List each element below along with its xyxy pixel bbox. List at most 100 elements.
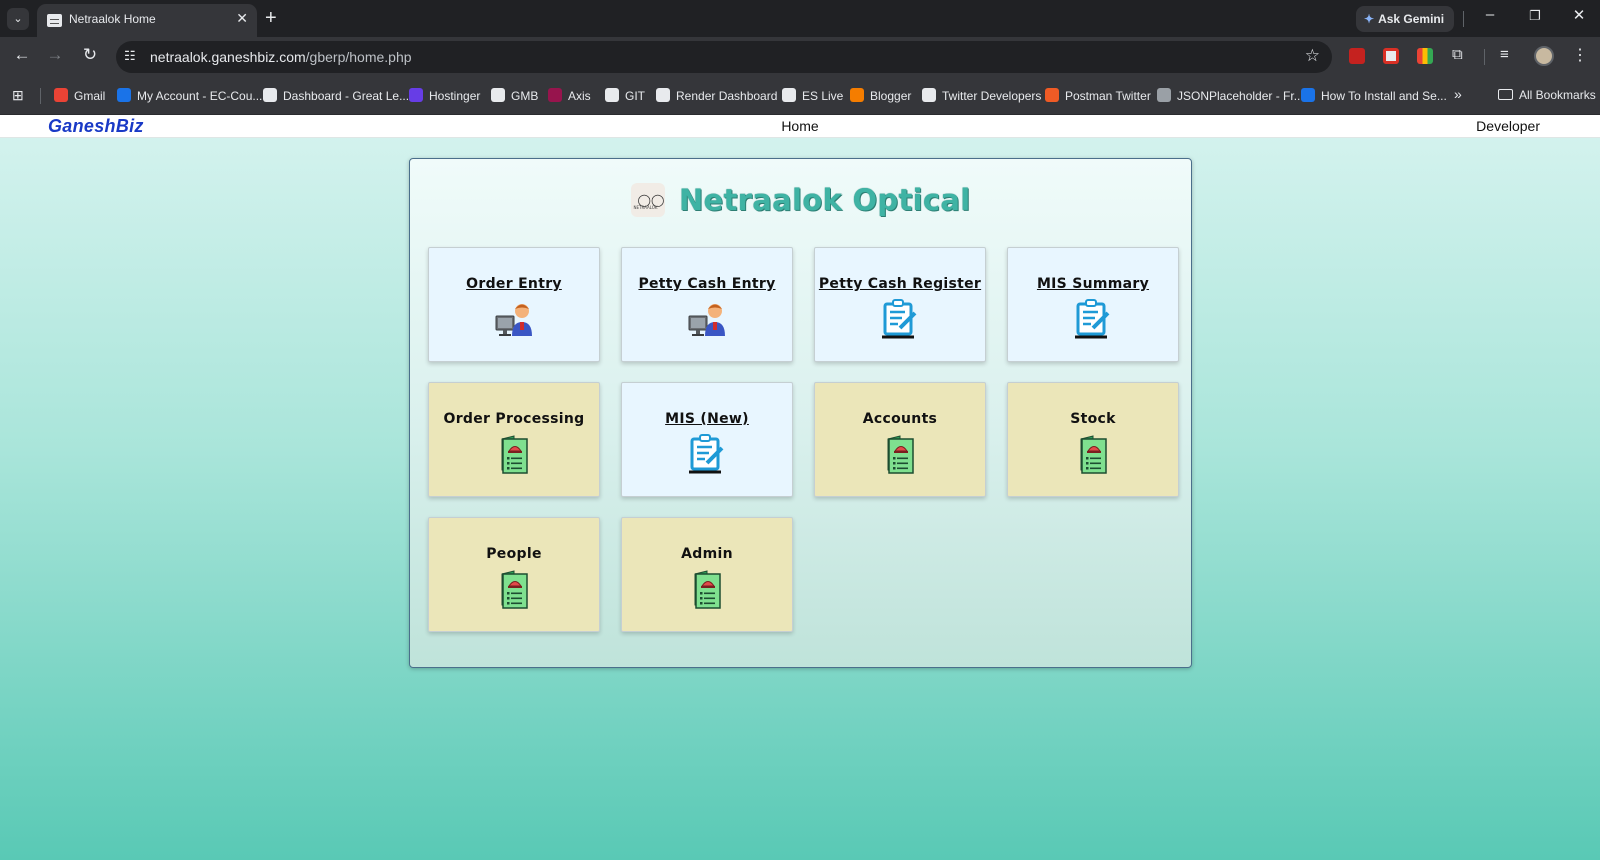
panel-header: ◯◯ NETRAALOK Netraalok Optical xyxy=(410,183,1191,217)
site-info-icon[interactable]: ☷ xyxy=(124,48,136,64)
menu-card-order-entry[interactable]: Order Entry xyxy=(428,247,600,362)
url-path: /gberp/home.php xyxy=(305,49,412,65)
bookmark-label: Gmail xyxy=(74,89,106,103)
brand-logo-text: NETRAALOK xyxy=(633,205,658,210)
gemini-sparkle-icon: ✦ xyxy=(1364,12,1375,26)
bookmark-star-icon[interactable]: ☆ xyxy=(1305,46,1320,66)
bookmark-label: Blogger xyxy=(870,89,912,103)
bookmark-item[interactable]: Blogger xyxy=(850,88,911,103)
bookmark-label: ES Live xyxy=(802,89,844,103)
bookmark-item[interactable]: GIT xyxy=(605,88,645,103)
bookmark-label: GIT xyxy=(625,89,645,103)
menu-card-label[interactable]: Petty Cash Entry xyxy=(622,276,792,292)
bookmark-label: Render Dashboard xyxy=(676,89,778,103)
top-navbar: GaneshBiz Home Developer xyxy=(0,115,1600,138)
media-control-icon[interactable]: ≡ xyxy=(1500,46,1509,63)
bookmark-favicon-icon xyxy=(54,88,68,102)
bookmark-item[interactable]: Gmail xyxy=(54,88,105,103)
reload-icon[interactable]: ↻ xyxy=(78,45,102,65)
extension-pocket-icon[interactable] xyxy=(1383,48,1399,64)
address-bar[interactable]: ☷ netraalok.ganeshbiz.com/gberp/home.php… xyxy=(116,41,1332,73)
menu-card-label[interactable]: MIS (New) xyxy=(622,411,792,427)
bookmark-label: Hostinger xyxy=(429,89,481,103)
menu-card-admin[interactable]: Admin xyxy=(621,517,793,632)
bookmark-item[interactable]: Render Dashboard xyxy=(656,88,777,103)
bookmark-label: Twitter Developers xyxy=(942,89,1042,103)
bookmark-item[interactable]: Postman Twitter xyxy=(1045,88,1151,103)
bookmark-favicon-icon xyxy=(1157,88,1171,102)
bookmark-favicon-icon xyxy=(548,88,562,102)
service-menu-icon xyxy=(880,433,920,475)
menu-card-mis-new[interactable]: MIS (New) xyxy=(621,382,793,497)
all-bookmarks-label: All Bookmarks xyxy=(1519,88,1596,102)
bookmark-label: JSONPlaceholder - Fr... xyxy=(1177,89,1304,103)
new-tab-icon[interactable]: + xyxy=(265,6,277,30)
back-icon[interactable]: ← xyxy=(10,45,34,65)
bookmark-item[interactable]: ES Live xyxy=(782,88,843,103)
clipboard-edit-icon xyxy=(880,298,920,340)
bookmarks-separator xyxy=(40,88,41,104)
ask-gemini-button[interactable]: ✦ Ask Gemini xyxy=(1356,6,1454,32)
bookmark-favicon-icon xyxy=(850,88,864,102)
browser-toolbar: ← → ↻ ☷ netraalok.ganeshbiz.com/gberp/ho… xyxy=(0,37,1600,77)
menu-card-label: Accounts xyxy=(862,411,938,427)
bookmark-item[interactable]: Dashboard - Great Le... xyxy=(263,88,409,103)
menu-card-label[interactable]: MIS Summary xyxy=(1008,276,1178,292)
menu-card-stock[interactable]: Stock xyxy=(1007,382,1179,497)
netraalok-logo: ◯◯ NETRAALOK xyxy=(630,183,665,217)
menu-card-label: Stock xyxy=(1070,411,1116,427)
bookmark-item[interactable]: Twitter Developers xyxy=(922,88,1041,103)
bookmark-favicon-icon xyxy=(922,88,936,102)
url-host: netraalok.ganeshbiz.com xyxy=(150,49,306,65)
menu-card-petty-cash-register[interactable]: Petty Cash Register xyxy=(814,247,986,362)
apps-grid-icon[interactable]: ⊞ xyxy=(12,87,24,104)
more-bookmarks-icon[interactable]: » xyxy=(1454,86,1462,102)
folder-icon xyxy=(1498,89,1513,100)
tab-close-icon[interactable]: ✕ xyxy=(236,10,248,27)
menu-card-mis-summary[interactable]: MIS Summary xyxy=(1007,247,1179,362)
bookmark-label: My Account - EC-Cou... xyxy=(137,89,263,103)
url-text[interactable]: netraalok.ganeshbiz.com/gberp/home.php xyxy=(150,49,412,65)
tab-search-chevron-icon[interactable]: ⌄ xyxy=(7,8,29,30)
bookmark-favicon-icon xyxy=(491,88,505,102)
profile-avatar[interactable] xyxy=(1534,46,1554,66)
bookmark-item[interactable]: Hostinger xyxy=(409,88,480,103)
menu-card-order-processing[interactable]: Order Processing xyxy=(428,382,600,497)
restore-icon[interactable]: ❐ xyxy=(1523,8,1547,24)
tab-favicon-icon xyxy=(47,14,62,27)
user-computer-icon xyxy=(687,298,727,340)
menu-card-label[interactable]: Petty Cash Register xyxy=(815,276,985,292)
service-menu-icon xyxy=(494,568,534,610)
extensions-puzzle-icon[interactable]: ⧉ xyxy=(1452,46,1463,63)
nav-home-link[interactable]: Home xyxy=(0,118,1600,134)
all-bookmarks-button[interactable]: All Bookmarks xyxy=(1498,88,1596,102)
minimize-icon[interactable]: – xyxy=(1478,6,1502,23)
main-panel: ◯◯ NETRAALOK Netraalok Optical Order Ent… xyxy=(409,158,1192,668)
menu-card-people[interactable]: People xyxy=(428,517,600,632)
bookmark-item[interactable]: GMB xyxy=(491,88,538,103)
forward-icon[interactable]: → xyxy=(43,45,67,65)
bookmark-favicon-icon xyxy=(1045,88,1059,102)
bookmark-label: GMB xyxy=(511,89,539,103)
nav-developer-link[interactable]: Developer xyxy=(1476,118,1540,134)
bookmark-favicon-icon xyxy=(656,88,670,102)
menu-card-accounts[interactable]: Accounts xyxy=(814,382,986,497)
bookmark-item[interactable]: Axis xyxy=(548,88,591,103)
browser-menu-icon[interactable]: ⋮ xyxy=(1572,45,1588,65)
menu-card-label[interactable]: Order Entry xyxy=(429,276,599,292)
menu-card-label: People xyxy=(486,546,542,562)
bookmark-label: How To Install and Se... xyxy=(1321,89,1447,103)
bookmark-item[interactable]: My Account - EC-Cou... xyxy=(117,88,262,103)
bookmark-favicon-icon xyxy=(1301,88,1315,102)
bookmark-item[interactable]: JSONPlaceholder - Fr... xyxy=(1157,88,1304,103)
close-window-icon[interactable]: ✕ xyxy=(1567,6,1591,24)
menu-card-label: Admin xyxy=(681,546,733,562)
service-menu-icon xyxy=(687,568,727,610)
bookmark-item[interactable]: How To Install and Se... xyxy=(1301,88,1447,103)
menu-card-petty-cash-entry[interactable]: Petty Cash Entry xyxy=(621,247,793,362)
bookmark-favicon-icon xyxy=(117,88,131,102)
clipboard-edit-icon xyxy=(687,433,727,475)
extension-red-icon[interactable] xyxy=(1349,48,1365,64)
browser-tab[interactable]: Netraalok Home ✕ xyxy=(37,4,257,37)
extension-color-icon[interactable] xyxy=(1417,48,1433,64)
